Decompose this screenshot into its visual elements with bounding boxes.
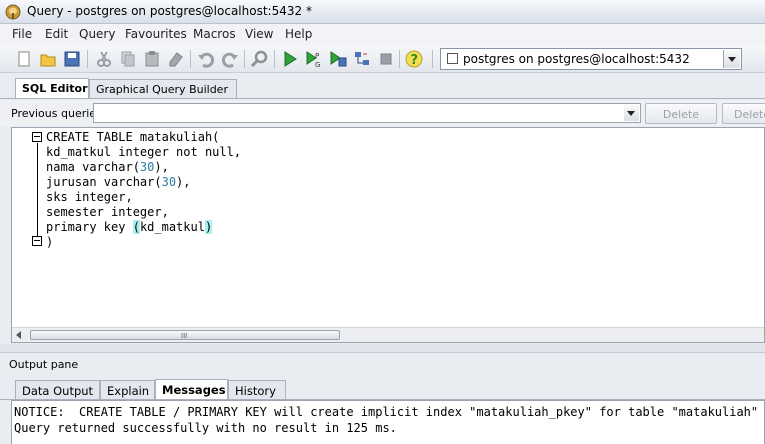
window-title: Query - postgres on postgres@localhost:5…: [27, 4, 312, 18]
output-pane-label: Output pane: [9, 358, 79, 371]
menu-file[interactable]: File: [12, 27, 32, 41]
tab-explain[interactable]: Explain: [100, 380, 155, 400]
tab-history[interactable]: History: [228, 380, 286, 400]
previous-queries-select[interactable]: [93, 103, 641, 123]
scrollbar-grip: III: [181, 332, 188, 340]
previous-queries-dropdown-button[interactable]: [624, 105, 639, 121]
delete-all-button[interactable]: Delete All: [722, 103, 765, 124]
toolbar-separator: [190, 50, 191, 68]
fold-guide: [37, 143, 38, 237]
horizontal-scrollbar[interactable]: III: [12, 327, 764, 342]
pane-splitter[interactable]: [0, 344, 765, 352]
connection-select[interactable]: postgres on postgres@localhost:5432: [440, 48, 742, 70]
sql-editor[interactable]: CREATE TABLE matakuliah(kd_matkul intege…: [11, 127, 765, 343]
pgadmin-elephant-icon: [5, 4, 21, 20]
execute-pgscript-icon[interactable]: PG: [304, 49, 324, 69]
stop-icon[interactable]: [376, 49, 396, 69]
title-bar: Query - postgres on postgres@localhost:5…: [0, 0, 765, 24]
chevron-left-icon: [16, 331, 21, 339]
toolbar: PG ? postgres on postgres@localhost:5432: [0, 45, 765, 73]
code-token: semester integer,: [46, 205, 169, 219]
menu-query[interactable]: Query: [79, 27, 115, 41]
tabs-divider: [0, 98, 765, 99]
help-icon[interactable]: ?: [404, 49, 424, 69]
code-line: sks integer,: [46, 190, 241, 205]
redo-icon[interactable]: [220, 49, 240, 69]
messages-output[interactable]: NOTICE: CREATE TABLE / PRIMARY KEY will …: [11, 400, 765, 444]
toolbar-separator: [244, 50, 245, 68]
execute-to-file-icon[interactable]: [328, 49, 348, 69]
toolbar-separator: [432, 50, 433, 68]
fold-collapse-icon[interactable]: [32, 132, 42, 142]
code-token: ),: [154, 160, 169, 174]
code-token: sks integer,: [46, 190, 133, 204]
message-line: NOTICE: CREATE TABLE / PRIMARY KEY will …: [14, 405, 759, 419]
code-line: jurusan varchar(30),: [46, 175, 241, 190]
output-tabs: Data Output Explain Messages History: [0, 374, 765, 400]
code-token: nama varchar(: [46, 160, 140, 174]
explain-icon[interactable]: [352, 49, 372, 69]
code-token: ),: [176, 175, 191, 189]
clear-icon[interactable]: [166, 49, 186, 69]
code-line: semester integer,: [46, 205, 241, 220]
open-icon[interactable]: [38, 49, 58, 69]
scroll-left-button[interactable]: [14, 330, 24, 340]
save-icon[interactable]: [62, 49, 82, 69]
matched-bracket: ): [204, 220, 213, 234]
previous-queries-label: Previous queries: [11, 107, 102, 120]
connection-dropdown-button[interactable]: [723, 50, 740, 68]
chevron-down-icon: [728, 57, 736, 62]
tab-graphical-query-builder[interactable]: Graphical Query Builder: [89, 79, 237, 98]
previous-queries-bar: Previous queries Delete Delete All: [0, 100, 765, 126]
copy-icon[interactable]: [118, 49, 138, 69]
code-line: primary key (kd_matkul): [46, 220, 241, 235]
menu-help[interactable]: Help: [285, 27, 312, 41]
find-icon[interactable]: [250, 49, 270, 69]
menu-favourites[interactable]: Favourites: [125, 27, 187, 41]
message-line: Query returned successfully with no resu…: [14, 421, 397, 435]
connection-color-box: [447, 53, 458, 64]
delete-button[interactable]: Delete: [645, 103, 717, 124]
connection-text: postgres on postgres@localhost:5432: [463, 52, 690, 66]
code-line: ): [46, 235, 241, 250]
code-token: kd_matkul integer not null,: [46, 145, 242, 159]
menu-view[interactable]: View: [245, 27, 273, 41]
matched-bracket: (: [132, 220, 140, 234]
code-number: 30: [139, 160, 155, 174]
menu-edit[interactable]: Edit: [45, 27, 68, 41]
menu-macros[interactable]: Macros: [193, 27, 236, 41]
tab-data-output[interactable]: Data Output: [15, 380, 100, 400]
svg-text:P: P: [315, 52, 319, 60]
code-token: jurusan varchar(: [46, 175, 162, 189]
code-token: primary key: [46, 220, 133, 234]
code-line: nama varchar(30),: [46, 160, 241, 175]
code-token: CREATE TABLE matakuliah(: [46, 130, 220, 144]
execute-icon[interactable]: [280, 49, 300, 69]
toolbar-separator: [274, 50, 275, 68]
toolbar-separator: [399, 50, 400, 68]
fold-end-icon: [32, 236, 42, 246]
output-pane-header: Output pane: [0, 352, 765, 374]
svg-text:G: G: [315, 61, 320, 69]
editor-tabs: SQL Editor Graphical Query Builder: [0, 73, 765, 100]
code-line: kd_matkul integer not null,: [46, 145, 241, 160]
paste-icon[interactable]: [142, 49, 162, 69]
sql-code: CREATE TABLE matakuliah(kd_matkul intege…: [46, 130, 241, 250]
scrollbar-thumb[interactable]: III: [30, 330, 340, 340]
code-token: ): [46, 235, 54, 249]
tab-messages[interactable]: Messages: [155, 379, 228, 400]
code-number: 30: [161, 175, 177, 189]
undo-icon[interactable]: [196, 49, 216, 69]
svg-text:?: ?: [411, 53, 419, 68]
toolbar-separator: [87, 50, 88, 68]
tab-sql-editor[interactable]: SQL Editor: [15, 78, 89, 98]
new-icon[interactable]: [14, 49, 34, 69]
code-token: kd_matkul: [139, 220, 205, 234]
chevron-down-icon: [627, 111, 635, 116]
menu-bar: File Edit Query Favourites Macros View H…: [0, 24, 765, 45]
cut-icon[interactable]: [94, 49, 114, 69]
code-line: CREATE TABLE matakuliah(: [46, 130, 241, 145]
